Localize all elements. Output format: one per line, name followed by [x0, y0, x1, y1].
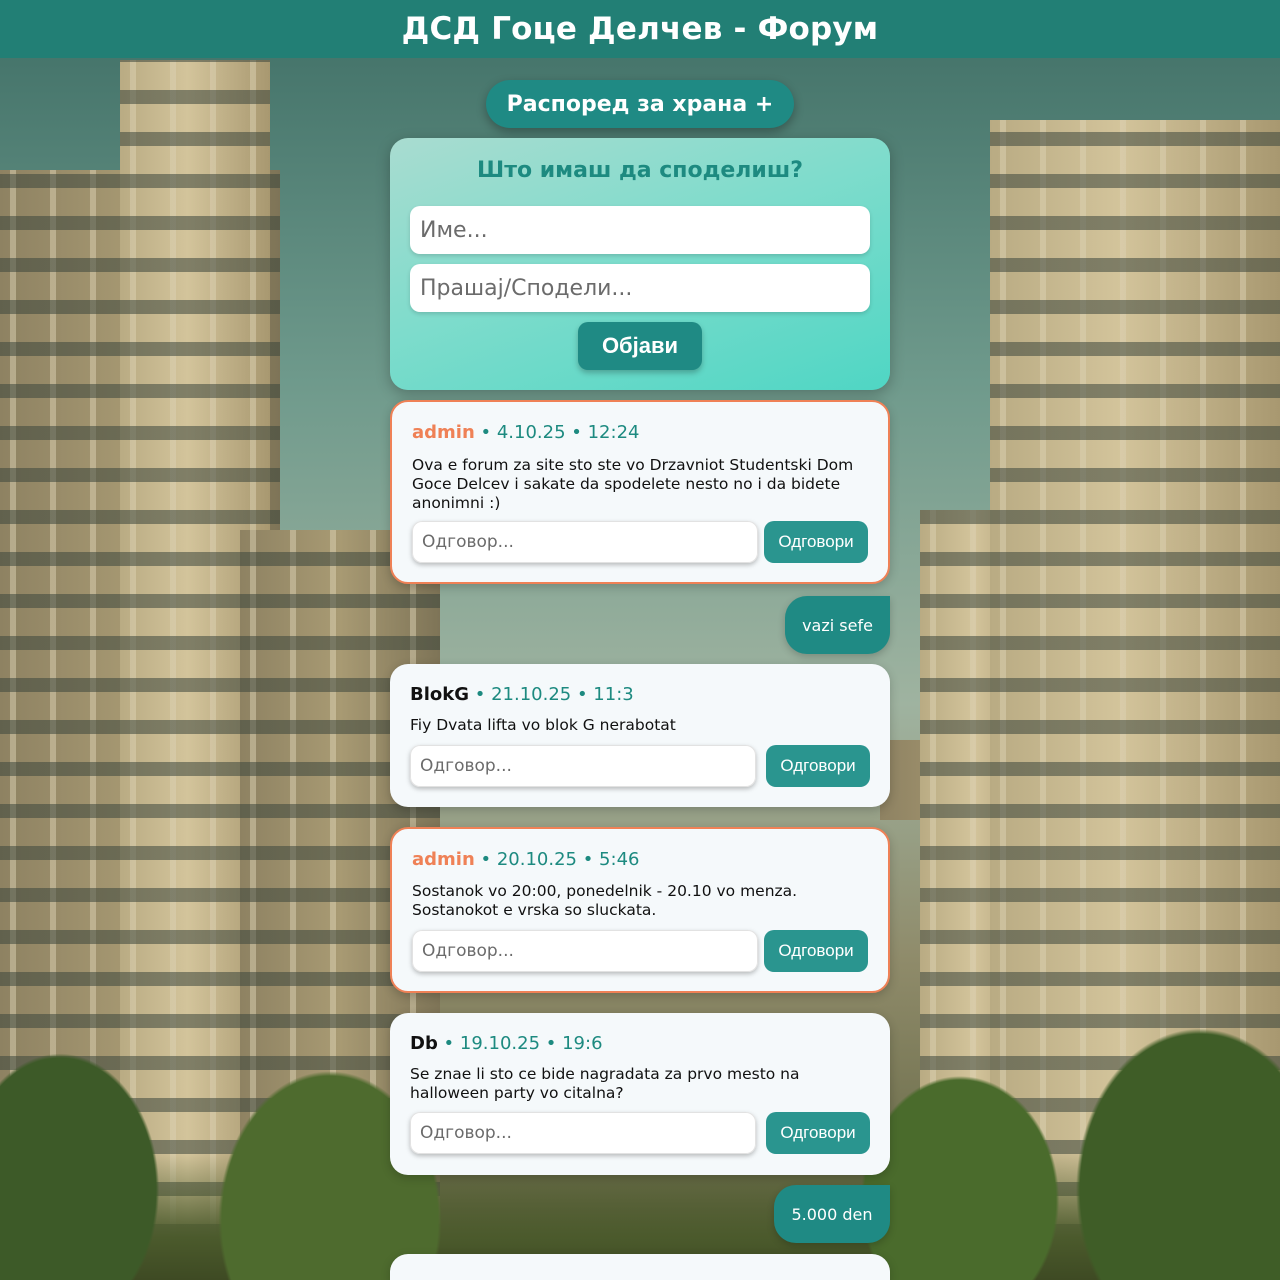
post-meta: Db • 19.10.25 • 19:6 — [410, 1033, 603, 1054]
post-date: • 21.10.25 • 11:3 — [469, 684, 634, 705]
compose-heading: Што имаш да споделиш? — [477, 158, 803, 183]
post-author: admin — [412, 849, 475, 870]
post-date: • 20.10.25 • 5:46 — [474, 849, 640, 870]
page-title: ДСД Гоце Делчев - Форум — [401, 11, 879, 47]
reply-input[interactable] — [410, 1112, 756, 1154]
food-schedule-button[interactable]: Распоред за храна + — [486, 80, 794, 128]
reply-button[interactable]: Одговори — [766, 1112, 870, 1154]
forum-post: admin • 4.10.25 • 12:24 Ova e forum za s… — [390, 400, 890, 584]
post-meta: admin • 4.10.25 • 12:24 — [412, 422, 639, 443]
reply-button[interactable]: Одговори — [764, 930, 868, 972]
forum-post: admin • 20.10.25 • 5:46 Sostanok vo 20:0… — [390, 827, 890, 993]
post-text: Sostanok vo 20:00, ponedelnik - 20.10 vo… — [412, 882, 798, 919]
post-author: Db — [410, 1033, 438, 1054]
reply-input[interactable] — [410, 745, 756, 787]
name-input[interactable] — [410, 206, 870, 254]
post-date: • 4.10.25 • 12:24 — [474, 422, 640, 443]
post-meta: BlokG • 21.10.25 • 11:3 — [410, 684, 634, 705]
post-author: admin — [412, 422, 475, 443]
reply-button[interactable]: Одговори — [764, 521, 868, 563]
post-button[interactable]: Објави — [578, 322, 702, 370]
reply-bubble: vazi sefe — [785, 596, 890, 654]
post-text: Ova e forum za site sto ste vo Drzavniot… — [412, 456, 854, 512]
forum-post: BlokG • 21.10.25 • 11:3 Fiy Dvata lifta … — [390, 664, 890, 807]
reply-input[interactable] — [412, 521, 758, 563]
message-input[interactable] — [410, 264, 870, 312]
app-header: ДСД Гоце Делчев - Форум — [0, 0, 1280, 58]
reply-button[interactable]: Одговори — [766, 745, 870, 787]
post-text: Fiy Dvata lifta vo blok G nerabotat — [410, 716, 676, 734]
post-author: BlokG — [410, 684, 470, 705]
reply-input[interactable] — [412, 930, 758, 972]
compose-card: Што имаш да споделиш? Објави — [390, 138, 890, 390]
post-meta: admin • 20.10.25 • 5:46 — [412, 849, 639, 870]
forum-post: Db • 19.10.25 • 19:6 Se znae li sto ce b… — [390, 1013, 890, 1175]
reply-bubble: 5.000 den — [774, 1185, 890, 1243]
forum-post-partial — [390, 1254, 890, 1280]
post-date: • 19.10.25 • 19:6 — [437, 1033, 603, 1054]
post-text: Se znae li sto ce bide nagradata za prvo… — [410, 1065, 800, 1102]
